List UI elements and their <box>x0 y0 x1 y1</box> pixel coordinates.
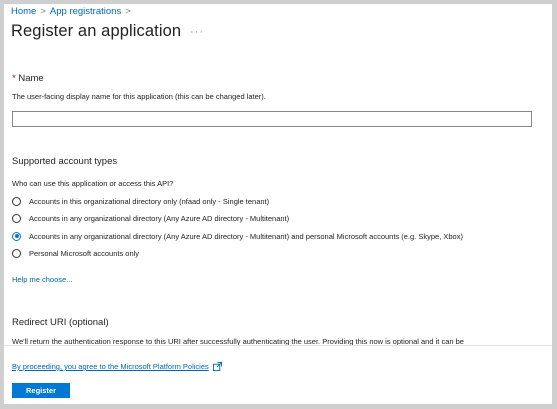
name-field-description: The user-facing display name for this ap… <box>12 92 266 101</box>
footer-bar: By proceeding, you agree to the Microsof… <box>4 345 552 404</box>
radio-button-selected[interactable] <box>12 231 21 241</box>
name-field-label: * Name <box>12 73 44 84</box>
redirect-uri-title: Redirect URI (optional) <box>12 317 109 328</box>
external-link-icon <box>212 362 222 371</box>
account-type-option-label: Accounts in any organizational directory… <box>29 213 290 223</box>
account-type-option-single-tenant[interactable]: Accounts in this organizational director… <box>12 195 269 207</box>
more-options-icon[interactable]: ··· <box>190 26 204 38</box>
radio-button[interactable] <box>12 213 21 223</box>
account-type-option-label: Accounts in this organizational director… <box>29 196 270 206</box>
name-input[interactable] <box>12 111 532 127</box>
radio-button[interactable] <box>12 248 21 258</box>
breadcrumb-home-link[interactable]: Home <box>11 6 36 17</box>
account-type-option-label: Accounts in any organizational directory… <box>29 231 463 241</box>
breadcrumb-app-registrations-link[interactable]: App registrations <box>50 6 121 17</box>
breadcrumb-separator: > <box>40 6 46 17</box>
platform-policies-link[interactable]: By proceeding, you agree to the Microsof… <box>12 362 222 371</box>
account-types-question: Who can use this application or access t… <box>12 179 174 188</box>
help-me-choose-link[interactable]: Help me choose... <box>12 275 72 284</box>
account-type-option-multitenant-personal[interactable]: Accounts in any organizational directory… <box>12 230 463 242</box>
breadcrumb-separator: > <box>125 6 131 17</box>
account-type-option-label: Personal Microsoft accounts only <box>29 248 140 258</box>
platform-policies-text: By proceeding, you agree to the Microsof… <box>12 362 209 371</box>
page-title: Register an application <box>11 22 182 40</box>
account-type-option-multitenant[interactable]: Accounts in any organizational directory… <box>12 212 289 224</box>
radio-button[interactable] <box>12 196 21 206</box>
breadcrumb: Home > App registrations > <box>11 6 135 17</box>
register-app-panel: Home > App registrations > Register an appl… <box>4 4 552 404</box>
account-type-option-personal-only[interactable]: Personal Microsoft accounts only <box>12 247 139 259</box>
required-indicator: * <box>12 73 16 84</box>
register-button[interactable]: Register <box>12 383 70 398</box>
window-frame: Home > App registrations > Register an appl… <box>0 0 557 409</box>
name-label-text: Name <box>18 73 44 84</box>
supported-account-types-title: Supported account types <box>12 156 118 167</box>
